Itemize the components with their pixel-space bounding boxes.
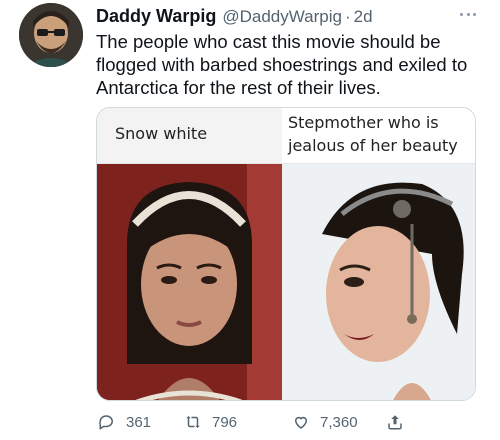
- retweet-button[interactable]: 796: [184, 410, 237, 434]
- more-dot: [473, 12, 476, 16]
- user-handle[interactable]: @DaddyWarpig: [222, 7, 342, 27]
- tweet-header: Daddy Warpig @DaddyWarpig · 2d: [96, 6, 373, 30]
- left-caption-panel: Snow white: [97, 108, 282, 164]
- like-count: 7,360: [320, 413, 358, 431]
- more-dot: [466, 12, 470, 16]
- more-icon[interactable]: [456, 6, 480, 22]
- reply-icon: [99, 415, 113, 430]
- right-caption: Stepmother who is jealous of her beauty: [288, 113, 458, 155]
- avatar-illustration: [19, 3, 83, 67]
- avatar[interactable]: [19, 3, 83, 67]
- left-caption: Snow white: [115, 124, 208, 143]
- left-portrait-photo: [97, 164, 282, 400]
- timestamp[interactable]: 2d: [354, 7, 373, 27]
- reply-button[interactable]: 361: [98, 410, 151, 434]
- retweet-count: 796: [212, 413, 238, 431]
- tweet-actions: 361 796 7,360: [96, 410, 416, 434]
- retweet-icon: [186, 416, 200, 428]
- right-caption-panel: Stepmother who is jealous of her beauty: [282, 108, 475, 164]
- tweet-text: The people who cast this movie should be…: [96, 31, 468, 98]
- heart-icon: [295, 416, 307, 429]
- left-portrait-illustration: [97, 164, 282, 400]
- reply-count: 361: [126, 413, 152, 431]
- share-icon: [388, 415, 402, 430]
- display-name[interactable]: Daddy Warpig: [96, 6, 216, 27]
- like-button[interactable]: 7,360: [292, 410, 358, 434]
- more-dot: [460, 12, 463, 16]
- share-button[interactable]: [386, 410, 414, 434]
- right-portrait-illustration: [282, 164, 475, 400]
- separator-dot: ·: [344, 7, 351, 26]
- tweet[interactable]: Daddy Warpig @DaddyWarpig · 2d The peopl…: [0, 0, 500, 440]
- tweet-media[interactable]: Snow white Stepmother who is jealous of …: [96, 107, 476, 401]
- right-portrait-photo: [282, 164, 475, 400]
